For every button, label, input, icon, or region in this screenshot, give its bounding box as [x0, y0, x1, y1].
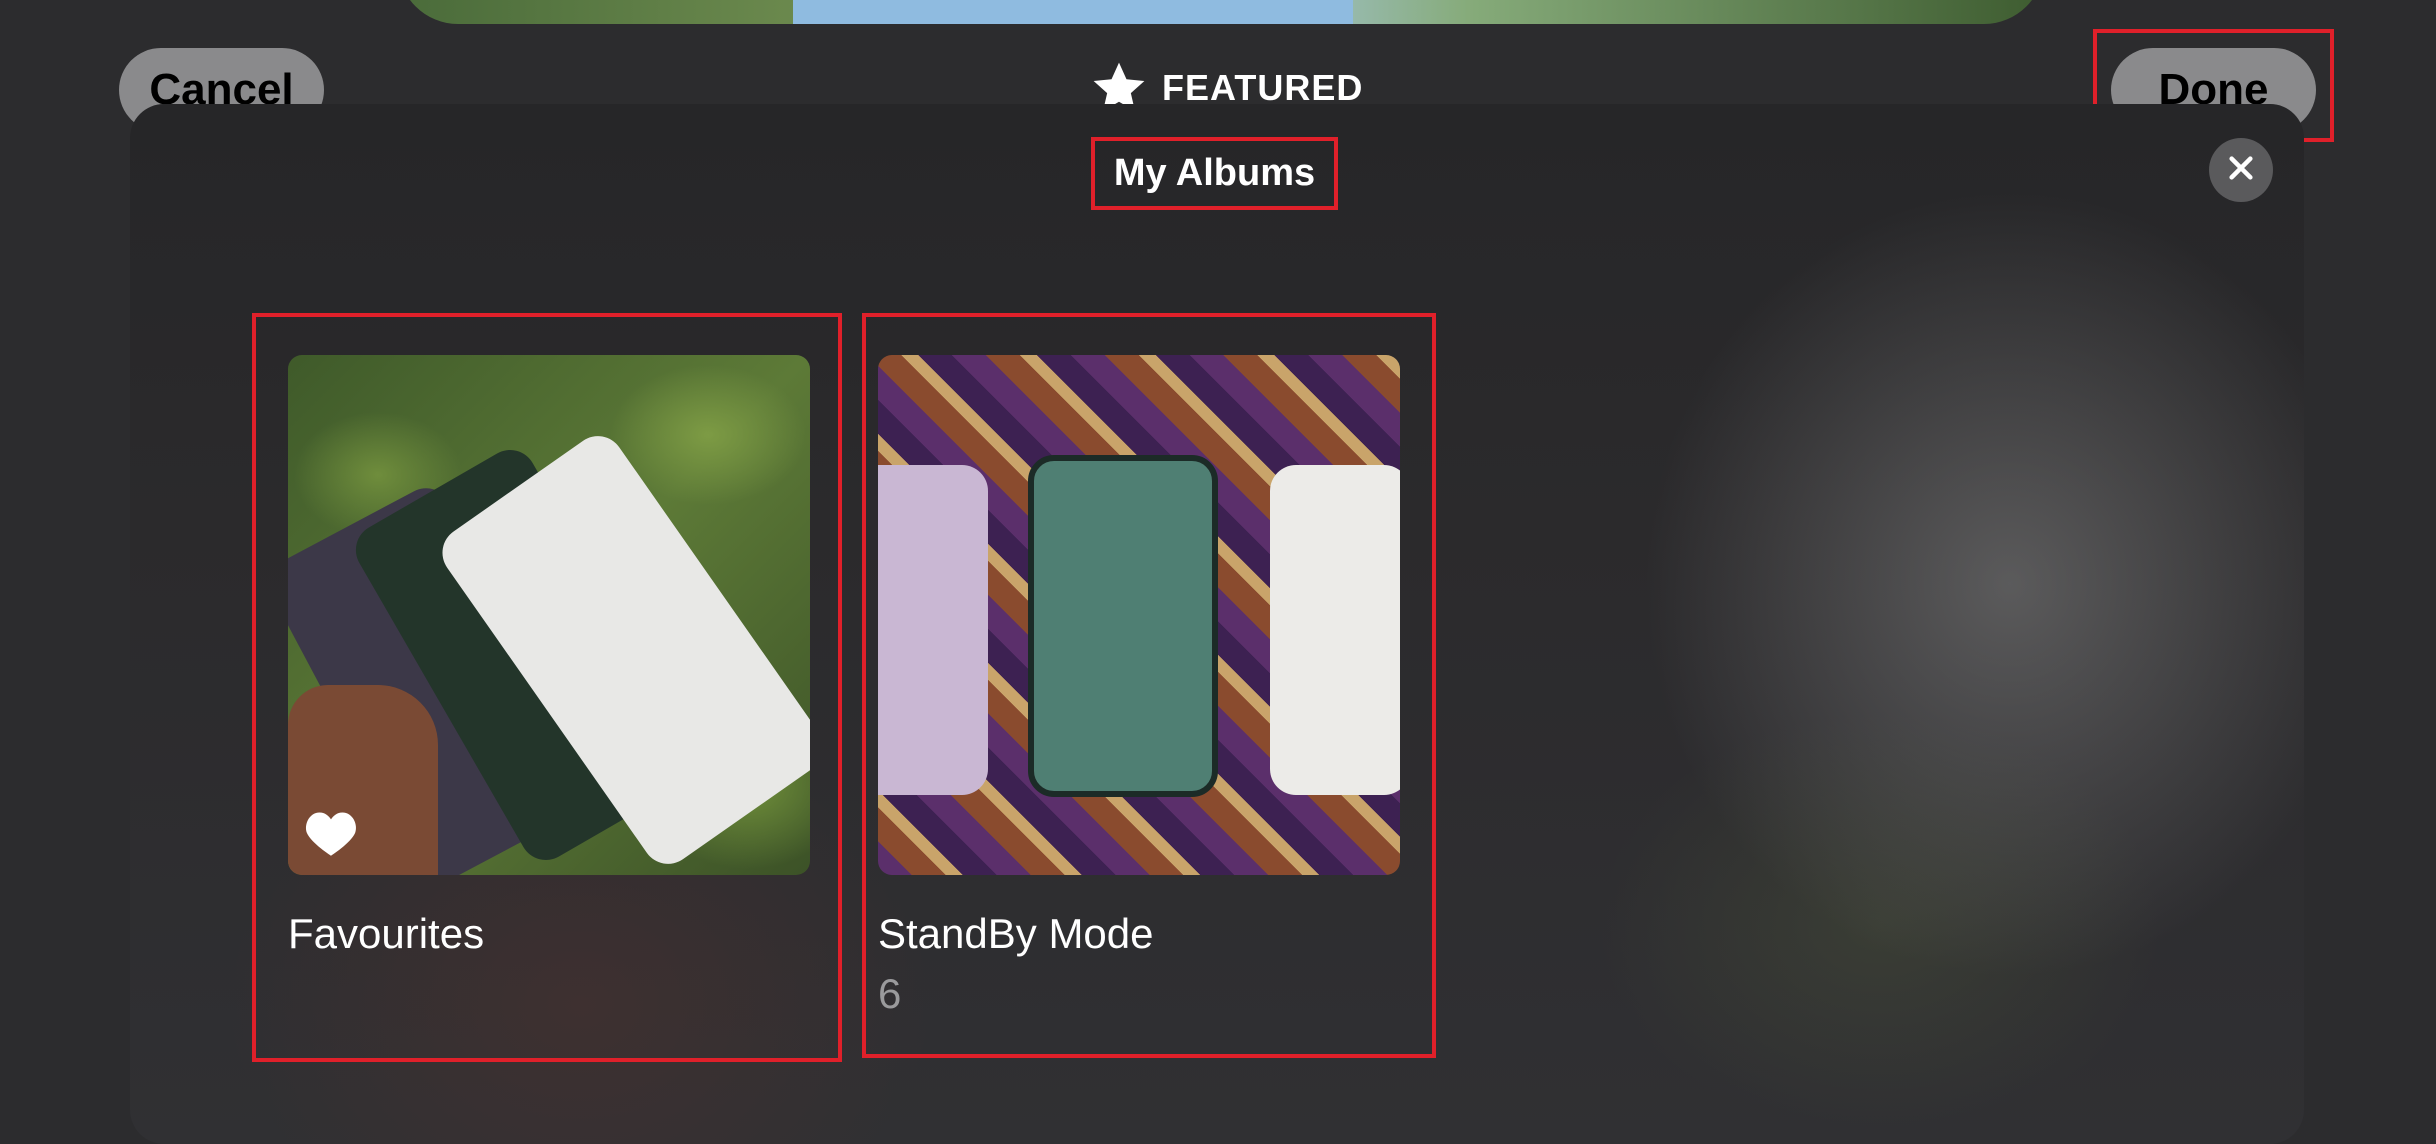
sheet-title: My Albums	[1113, 152, 1316, 194]
album-thumbnail[interactable]	[878, 355, 1400, 875]
close-button[interactable]	[2209, 138, 2273, 202]
album-count: 6	[878, 970, 902, 1017]
top-bar: Cancel FEATURED Done	[0, 0, 2436, 132]
featured-text: FEATURED	[1162, 67, 1364, 108]
album-name: StandBy Mode	[878, 910, 1154, 957]
album-thumbnail[interactable]	[288, 355, 810, 875]
heart-icon	[306, 812, 356, 856]
album-name: Favourites	[288, 910, 485, 957]
close-icon	[2225, 152, 2257, 189]
